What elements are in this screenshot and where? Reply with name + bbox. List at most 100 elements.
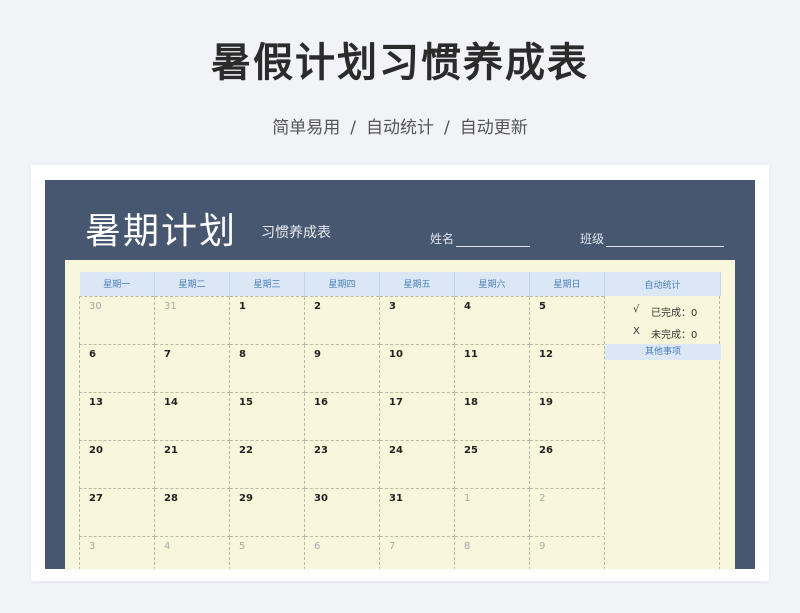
- hero-subtitle: 简单易用 / 自动统计 / 自动更新: [0, 113, 800, 138]
- weekday-header-row: 星期一 星期二 星期三 星期四 星期五 星期六 星期日 自动统计: [79, 272, 721, 296]
- sheet-subtitle: 习惯养成表: [261, 225, 331, 241]
- day-number: 4: [164, 540, 171, 552]
- calendar-day-cell[interactable]: 5: [529, 295, 605, 345]
- day-number: 15: [239, 396, 253, 408]
- day-number: 11: [464, 348, 478, 360]
- calendar-day-cell[interactable]: 26: [529, 439, 605, 489]
- calendar-day-cell[interactable]: 13: [79, 391, 155, 441]
- calendar-day-cell[interactable]: 1: [229, 295, 305, 345]
- day-number: 30: [314, 492, 328, 504]
- weekday-header: 星期三: [229, 272, 305, 296]
- calendar-day-cell[interactable]: 12: [529, 343, 605, 393]
- calendar-day-cell[interactable]: 8: [229, 343, 305, 393]
- calendar-day-cell-outside-month[interactable]: 7: [379, 535, 455, 569]
- day-number: 21: [164, 444, 178, 456]
- calendar-day-cell[interactable]: 20: [79, 439, 155, 489]
- calendar-day-cell[interactable]: 24: [379, 439, 455, 489]
- calendar-day-cell[interactable]: 29: [229, 487, 305, 537]
- weekday-header: 星期五: [379, 272, 455, 296]
- calendar-day-cell-outside-month[interactable]: 9: [529, 535, 605, 569]
- separator: /: [350, 118, 356, 138]
- day-number: 22: [239, 444, 253, 456]
- calendar-day-cell[interactable]: 27: [79, 487, 155, 537]
- day-number: 28: [164, 492, 178, 504]
- uncompleted-count: 未完成：0: [651, 330, 698, 341]
- calendar-day-cell[interactable]: 10: [379, 343, 455, 393]
- calendar-day-cell[interactable]: 19: [529, 391, 605, 441]
- feature-easy: 简单易用: [272, 118, 341, 138]
- day-number: 7: [389, 540, 396, 552]
- calendar-area: 星期一 星期二 星期三 星期四 星期五 星期六 星期日 自动统计 30 31 1 2 3…: [65, 260, 735, 569]
- calendar-day-cell-outside-month[interactable]: 6: [304, 535, 380, 569]
- calendar-day-cell[interactable]: 21: [154, 439, 230, 489]
- calendar-day-cell[interactable]: 14: [154, 391, 230, 441]
- weekday-header: 星期二: [154, 272, 230, 296]
- calendar-day-cell[interactable]: 22: [229, 439, 305, 489]
- day-number: 6: [89, 348, 96, 360]
- day-number: 5: [539, 300, 546, 312]
- day-number: 18: [464, 396, 478, 408]
- day-number: 27: [89, 492, 103, 504]
- day-number: 26: [539, 444, 553, 456]
- calendar-day-cell[interactable]: 30: [304, 487, 380, 537]
- name-underline[interactable]: [456, 235, 531, 247]
- day-number: 20: [89, 444, 103, 456]
- class-field[interactable]: 班级: [580, 230, 725, 247]
- calendar-day-cell[interactable]: 18: [454, 391, 530, 441]
- day-number: 3: [89, 540, 96, 552]
- day-number: 31: [389, 492, 403, 504]
- day-number: 2: [314, 300, 321, 312]
- day-number: 8: [239, 348, 246, 360]
- other-items-header: 其他事项: [605, 344, 721, 360]
- calendar-day-cell-outside-month[interactable]: 8: [454, 535, 530, 569]
- day-number: 4: [464, 300, 471, 312]
- calendar-day-cell[interactable]: 9: [304, 343, 380, 393]
- calendar-day-cell[interactable]: 28: [154, 487, 230, 537]
- calendar-day-cell-outside-month[interactable]: 2: [529, 487, 605, 537]
- day-number: 1: [239, 300, 246, 312]
- check-icon: √: [633, 304, 640, 315]
- day-number: 29: [239, 492, 253, 504]
- calendar-day-cell[interactable]: 11: [454, 343, 530, 393]
- calendar-day-cell[interactable]: 3: [379, 295, 455, 345]
- calendar-day-cell[interactable]: 17: [379, 391, 455, 441]
- day-number: 19: [539, 396, 553, 408]
- day-number: 5: [239, 540, 246, 552]
- stats-header: 自动统计: [604, 272, 721, 296]
- calendar-day-cell-outside-month[interactable]: 31: [154, 295, 230, 345]
- calendar-day-cell-outside-month[interactable]: 30: [79, 295, 155, 345]
- day-number: 1: [464, 492, 471, 504]
- day-number: 10: [389, 348, 403, 360]
- calendar-day-cell[interactable]: 2: [304, 295, 380, 345]
- calendar-day-cell[interactable]: 7: [154, 343, 230, 393]
- day-number: 12: [539, 348, 553, 360]
- calendar-day-cell[interactable]: 31: [379, 487, 455, 537]
- weekday-header: 星期一: [79, 272, 155, 296]
- stats-panel: √ 已完成：0 X 未完成：0 其他事项: [604, 296, 721, 569]
- name-field[interactable]: 姓名: [430, 230, 531, 247]
- calendar-day-cell-outside-month[interactable]: 4: [154, 535, 230, 569]
- feature-auto-stats: 自动统计: [366, 118, 434, 138]
- calendar-day-cell[interactable]: 15: [229, 391, 305, 441]
- calendar-day-cell-outside-month[interactable]: 1: [454, 487, 530, 537]
- weekday-header: 星期四: [304, 272, 380, 296]
- day-number: 9: [539, 540, 546, 552]
- calendar-day-cell[interactable]: 23: [304, 439, 380, 489]
- weekday-header: 星期六: [454, 272, 530, 296]
- calendar-day-cell[interactable]: 25: [454, 439, 530, 489]
- day-number: 6: [314, 540, 321, 552]
- completed-count: 已完成：0: [651, 308, 698, 319]
- calendar-day-cell[interactable]: 16: [304, 391, 380, 441]
- calendar-day-cell-outside-month[interactable]: 3: [79, 535, 155, 569]
- class-underline[interactable]: [606, 235, 725, 247]
- day-number: 25: [464, 444, 478, 456]
- calendar-day-cell-outside-month[interactable]: 5: [229, 535, 305, 569]
- day-number: 30: [89, 300, 102, 312]
- day-number: 31: [164, 300, 177, 312]
- day-number: 13: [89, 396, 103, 408]
- calendar-day-cell[interactable]: 4: [454, 295, 530, 345]
- day-number: 24: [389, 444, 403, 456]
- day-number: 2: [539, 492, 546, 504]
- calendar-day-cell[interactable]: 6: [79, 343, 155, 393]
- day-number: 8: [464, 540, 471, 552]
